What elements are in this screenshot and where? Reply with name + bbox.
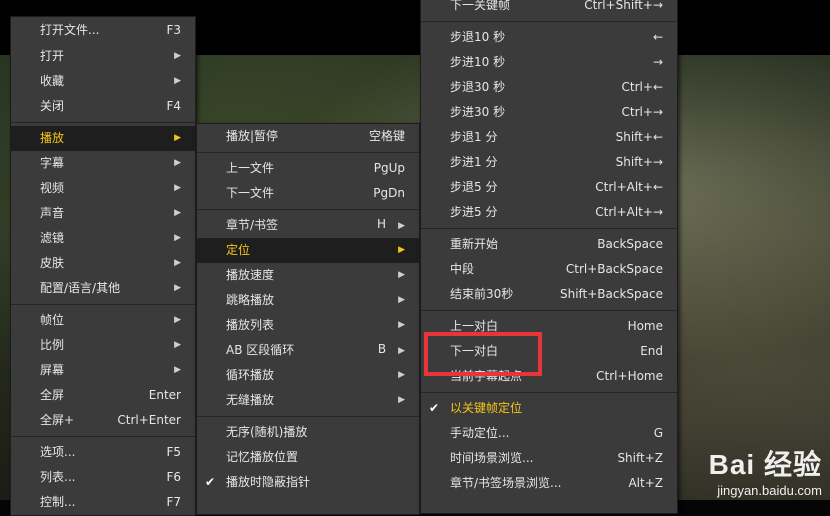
menu-item-playlist[interactable]: 播放列表 ▶ [197,313,419,338]
menu-item-play[interactable]: 播放 ▶ [11,126,195,151]
chevron-right-icon: ▶ [398,346,405,356]
menu-item-seek[interactable]: 定位 ▶ [197,238,419,263]
chevron-right-icon: ▶ [174,183,181,193]
menu-item-favorites[interactable]: 收藏 ▶ [11,69,195,94]
chevron-right-icon: ▶ [174,283,181,293]
chevron-right-icon: ▶ [398,245,405,255]
menu-item-next-file[interactable]: 下一文件 PgDn [197,181,419,206]
menu-item-skip-playback[interactable]: 跳略播放 ▶ [197,288,419,313]
menu-item-next-keyframe[interactable]: 下一关键帧 Ctrl+Shift+→ [421,0,677,18]
chevron-right-icon: ▶ [174,158,181,168]
chevron-right-icon: ▶ [398,295,405,305]
chevron-right-icon: ▶ [398,270,405,280]
menu-separator [421,310,677,311]
menu-item-open-file[interactable]: 打开文件... F3 [11,17,195,44]
menu-separator [421,228,677,229]
menu-item-ab-loop[interactable]: AB 区段循环 B ▶ [197,338,419,363]
menu-item-middle[interactable]: 中段 Ctrl+BackSpace [421,257,677,282]
chevron-right-icon: ▶ [398,395,405,405]
menu-item-back-5min[interactable]: 步退5 分 Ctrl+Alt+← [421,175,677,200]
menu-item-back-30s[interactable]: 步退30 秒 Ctrl+← [421,75,677,100]
chevron-right-icon: ▶ [174,76,181,86]
menu-item-loop-playback[interactable]: 循环播放 ▶ [197,363,419,388]
baidu-jingyan-watermark: Bai 经验 jingyan.baidu.com [709,443,822,498]
menu-item-options[interactable]: 选项... F5 [11,440,195,465]
menu-item-gapless-playback[interactable]: 无缝播放 ▶ [197,388,419,413]
menu-item-video[interactable]: 视频 ▶ [11,176,195,201]
menu-item-chapters-bookmarks[interactable]: 章节/书签 H ▶ [197,213,419,238]
menu-item-30s-before-end[interactable]: 结束前30秒 Shift+BackSpace [421,282,677,307]
seek-submenu: 下一关键帧 Ctrl+Shift+→ 步退10 秒 ← 步进10 秒 → 步退30 秒… [420,0,678,514]
menu-separator [11,304,195,305]
chevron-right-icon: ▶ [398,221,405,231]
menu-separator [421,21,677,22]
menu-item-control[interactable]: 控制... F7 [11,490,195,515]
menu-item-forward-1min[interactable]: 步进1 分 Shift+→ [421,150,677,175]
play-submenu: 播放|暂停 空格键 上一文件 PgUp 下一文件 PgDn 章节/书签 H ▶ 定位 ▶ 播… [196,123,420,515]
menu-item-manual-seek[interactable]: 手动定位... G [421,421,677,446]
menu-item-play-pause[interactable]: 播放|暂停 空格键 [197,124,419,149]
chevron-right-icon: ▶ [174,208,181,218]
menu-separator [11,436,195,437]
menu-item-forward-5min[interactable]: 步进5 分 Ctrl+Alt+→ [421,200,677,225]
menu-item-forward-30s[interactable]: 步进30 秒 Ctrl+→ [421,100,677,125]
checkmark-icon: ✔ [429,401,440,415]
menu-item-time-scene-browse[interactable]: 时间场景浏览... Shift+Z [421,446,677,471]
menu-item-chapter-scene-browse[interactable]: 章节/书签场景浏览... Alt+Z [421,471,677,496]
menu-item-aspect-ratio[interactable]: 比例 ▶ [11,333,195,358]
menu-item-config-language-other[interactable]: 配置/语言/其他 ▶ [11,276,195,301]
annotation-highlight-box [424,332,542,376]
menu-item-remember-position[interactable]: 记忆播放位置 [197,445,419,470]
menu-item-previous-file[interactable]: 上一文件 PgUp [197,156,419,181]
chevron-right-icon: ▶ [174,258,181,268]
menu-item-back-10s[interactable]: 步退10 秒 ← [421,25,677,50]
menu-item-forward-10s[interactable]: 步进10 秒 → [421,50,677,75]
chevron-right-icon: ▶ [398,370,405,380]
chevron-right-icon: ▶ [398,320,405,330]
menu-item-skins[interactable]: 皮肤 ▶ [11,251,195,276]
chevron-right-icon: ▶ [174,51,181,61]
menu-separator [197,152,419,153]
menu-item-hide-pointer[interactable]: ✔ 播放时隐蔽指针 [197,470,419,495]
menu-separator [197,416,419,417]
chevron-right-icon: ▶ [174,365,181,375]
menu-item-filters[interactable]: 滤镜 ▶ [11,226,195,251]
chevron-right-icon: ▶ [174,133,181,143]
menu-item-restart[interactable]: 重新开始 BackSpace [421,232,677,257]
menu-item-back-1min[interactable]: 步退1 分 Shift+← [421,125,677,150]
watermark-url: jingyan.baidu.com [717,483,822,498]
menu-separator [421,392,677,393]
menu-item-fullscreen[interactable]: 全屏 Enter [11,383,195,408]
chevron-right-icon: ▶ [174,233,181,243]
menu-item-subtitles[interactable]: 字幕 ▶ [11,151,195,176]
menu-item-shuffle[interactable]: 无序(随机)播放 [197,420,419,445]
menu-item-close[interactable]: 关闭 F4 [11,94,195,119]
menu-item-open[interactable]: 打开 ▶ [11,44,195,69]
menu-item-fullscreen-plus[interactable]: 全屏+ Ctrl+Enter [11,408,195,433]
menu-item-audio[interactable]: 声音 ▶ [11,201,195,226]
menu-item-frame[interactable]: 帧位 ▶ [11,308,195,333]
checkmark-icon: ✔ [205,475,216,489]
menu-item-screen[interactable]: 屏幕 ▶ [11,358,195,383]
watermark-brand: Bai 经验 [708,449,822,480]
menu-item-keyframe-seek[interactable]: ✔ 以关键帧定位 [421,396,677,421]
chevron-right-icon: ▶ [174,315,181,325]
menu-item-playback-speed[interactable]: 播放速度 ▶ [197,263,419,288]
chevron-right-icon: ▶ [174,340,181,350]
menu-item-playlist[interactable]: 列表... F6 [11,465,195,490]
main-context-menu: 打开文件... F3 打开 ▶ 收藏 ▶ 关闭 F4 播放 ▶ 字幕 ▶ 视频 ▶ 声音 ▶ 滤… [10,16,196,516]
menu-separator [11,122,195,123]
menu-separator [197,209,419,210]
